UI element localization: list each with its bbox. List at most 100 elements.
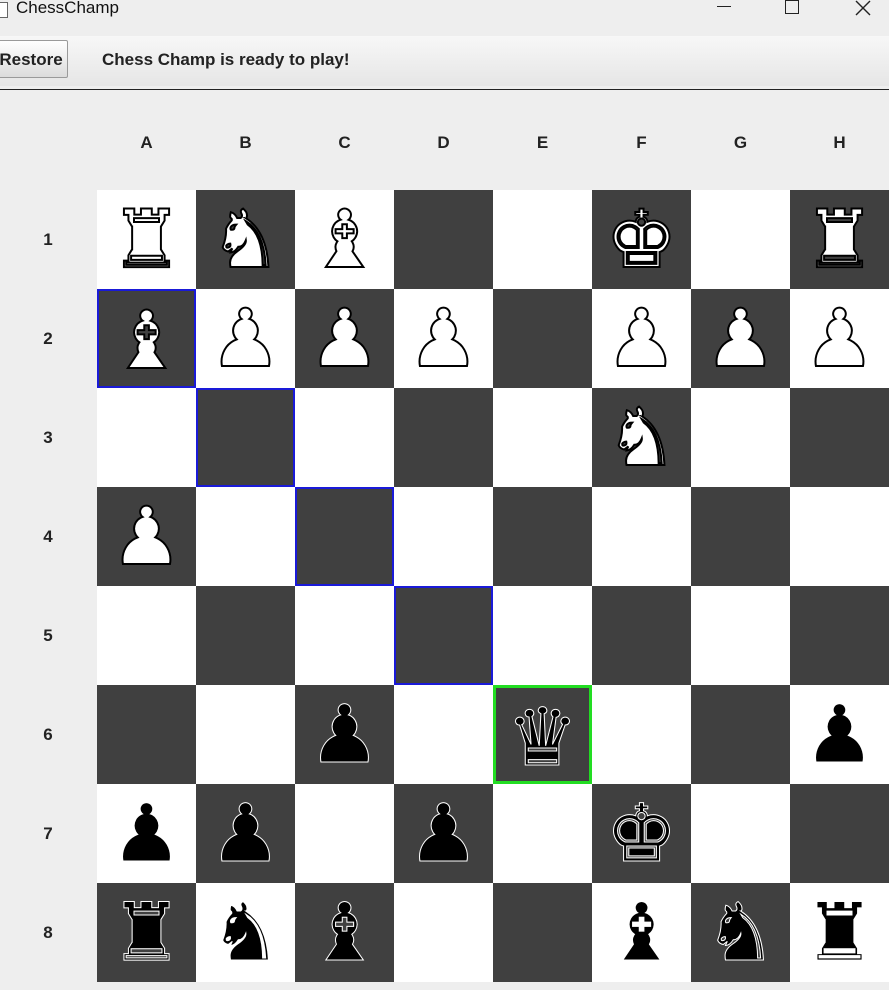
square-a7[interactable]: ♟ [97, 784, 196, 883]
square-f6[interactable] [592, 685, 691, 784]
square-d7[interactable]: ♟ [394, 784, 493, 883]
square-h3[interactable] [790, 388, 889, 487]
square-c7[interactable] [295, 784, 394, 883]
square-a1[interactable]: ♜ [97, 190, 196, 289]
square-e1[interactable] [493, 190, 592, 289]
square-f3[interactable]: ♞ [592, 388, 691, 487]
square-e2[interactable] [493, 289, 592, 388]
square-g2[interactable]: ♟ [691, 289, 790, 388]
black-pawn-icon[interactable]: ♟ [97, 784, 196, 883]
square-h6[interactable]: ♟ [790, 685, 889, 784]
black-knight-icon[interactable]: ♞ [196, 883, 295, 982]
square-b4[interactable] [196, 487, 295, 586]
title-bar: ChessChamp [0, 0, 889, 36]
black-bishop-icon[interactable]: ♝ [295, 883, 394, 982]
square-a2[interactable]: ♝ [97, 289, 196, 388]
minimize-button[interactable] [704, 0, 744, 24]
square-f7[interactable]: ♚ [592, 784, 691, 883]
square-c4[interactable] [295, 487, 394, 586]
square-f8[interactable]: ♝ [592, 883, 691, 982]
square-g8[interactable]: ♞ [691, 883, 790, 982]
restore-button[interactable]: Restore [0, 40, 68, 78]
black-king-icon[interactable]: ♚ [592, 784, 691, 883]
black-knight-icon[interactable]: ♞ [691, 883, 790, 982]
square-h1[interactable]: ♜ [790, 190, 889, 289]
square-a3[interactable] [97, 388, 196, 487]
square-h5[interactable] [790, 586, 889, 685]
square-h2[interactable]: ♟ [790, 289, 889, 388]
square-b6[interactable] [196, 685, 295, 784]
black-rook-icon[interactable]: ♜ [97, 883, 196, 982]
white-bishop-icon[interactable]: ♝ [99, 291, 194, 388]
square-f4[interactable] [592, 487, 691, 586]
white-pawn-icon[interactable]: ♟ [196, 289, 295, 388]
white-pawn-icon[interactable]: ♟ [691, 289, 790, 388]
white-knight-icon[interactable]: ♞ [196, 190, 295, 289]
chess-board[interactable]: ♜ ♞ ♝ ♚ ♜ ♝ ♟ ♟ ♟ ♟ ♟ ♟ ♞ ♟ ♟ ♛ ♟ ♟ ♟ ♟ ♚ ♜ ♞ ♝ ♝ ♞ ♜ [97, 190, 889, 990]
square-c3[interactable] [295, 388, 394, 487]
row-label-6: 6 [43, 725, 53, 744]
white-pawn-icon[interactable]: ♟ [790, 289, 889, 388]
square-b1[interactable]: ♞ [196, 190, 295, 289]
square-a4[interactable]: ♟ [97, 487, 196, 586]
square-g1[interactable] [691, 190, 790, 289]
square-b5[interactable] [196, 586, 295, 685]
square-g7[interactable] [691, 784, 790, 883]
column-label-d: D [437, 133, 450, 152]
square-h8[interactable]: ♜ [790, 883, 889, 982]
black-pawn-icon[interactable]: ♟ [790, 685, 889, 784]
square-c1[interactable]: ♝ [295, 190, 394, 289]
square-d4[interactable] [394, 487, 493, 586]
square-f1[interactable]: ♚ [592, 190, 691, 289]
square-d1[interactable] [394, 190, 493, 289]
square-d3[interactable] [394, 388, 493, 487]
square-h7[interactable] [790, 784, 889, 883]
square-b8[interactable]: ♞ [196, 883, 295, 982]
square-c2[interactable]: ♟ [295, 289, 394, 388]
square-e6[interactable]: ♛ [493, 685, 592, 785]
square-b7[interactable]: ♟ [196, 784, 295, 883]
square-c6[interactable]: ♟ [295, 685, 394, 784]
square-d8[interactable] [394, 883, 493, 982]
square-f2[interactable]: ♟ [592, 289, 691, 388]
black-pawn-icon[interactable]: ♟ [196, 784, 295, 883]
square-c5[interactable] [295, 586, 394, 685]
close-button[interactable] [843, 0, 883, 24]
white-pawn-icon[interactable]: ♟ [394, 289, 493, 388]
black-pawn-icon[interactable]: ♟ [394, 784, 493, 883]
black-rook-icon[interactable]: ♜ [790, 883, 889, 982]
square-b3[interactable] [196, 388, 295, 487]
square-d6[interactable] [394, 685, 493, 784]
white-pawn-icon[interactable]: ♟ [97, 487, 196, 586]
square-g4[interactable] [691, 487, 790, 586]
white-knight-icon[interactable]: ♞ [592, 388, 691, 487]
square-g5[interactable] [691, 586, 790, 685]
black-queen-icon[interactable]: ♛ [496, 688, 589, 785]
square-d5[interactable] [394, 586, 493, 685]
square-b2[interactable]: ♟ [196, 289, 295, 388]
square-d2[interactable]: ♟ [394, 289, 493, 388]
row-label-3: 3 [43, 428, 53, 447]
square-e7[interactable] [493, 784, 592, 883]
square-e5[interactable] [493, 586, 592, 685]
square-a8[interactable]: ♜ [97, 883, 196, 982]
white-rook-icon[interactable]: ♜ [790, 190, 889, 289]
square-e3[interactable] [493, 388, 592, 487]
black-pawn-icon[interactable]: ♟ [295, 685, 394, 784]
black-bishop-icon[interactable]: ♝ [592, 883, 691, 982]
square-a5[interactable] [97, 586, 196, 685]
white-pawn-icon[interactable]: ♟ [592, 289, 691, 388]
square-a6[interactable] [97, 685, 196, 784]
square-e8[interactable] [493, 883, 592, 982]
white-king-icon[interactable]: ♚ [592, 190, 691, 289]
square-e4[interactable] [493, 487, 592, 586]
square-g6[interactable] [691, 685, 790, 784]
square-g3[interactable] [691, 388, 790, 487]
white-bishop-icon[interactable]: ♝ [295, 190, 394, 289]
white-pawn-icon[interactable]: ♟ [295, 289, 394, 388]
maximize-button[interactable] [772, 0, 812, 24]
white-rook-icon[interactable]: ♜ [97, 190, 196, 289]
square-h4[interactable] [790, 487, 889, 586]
square-c8[interactable]: ♝ [295, 883, 394, 982]
square-f5[interactable] [592, 586, 691, 685]
